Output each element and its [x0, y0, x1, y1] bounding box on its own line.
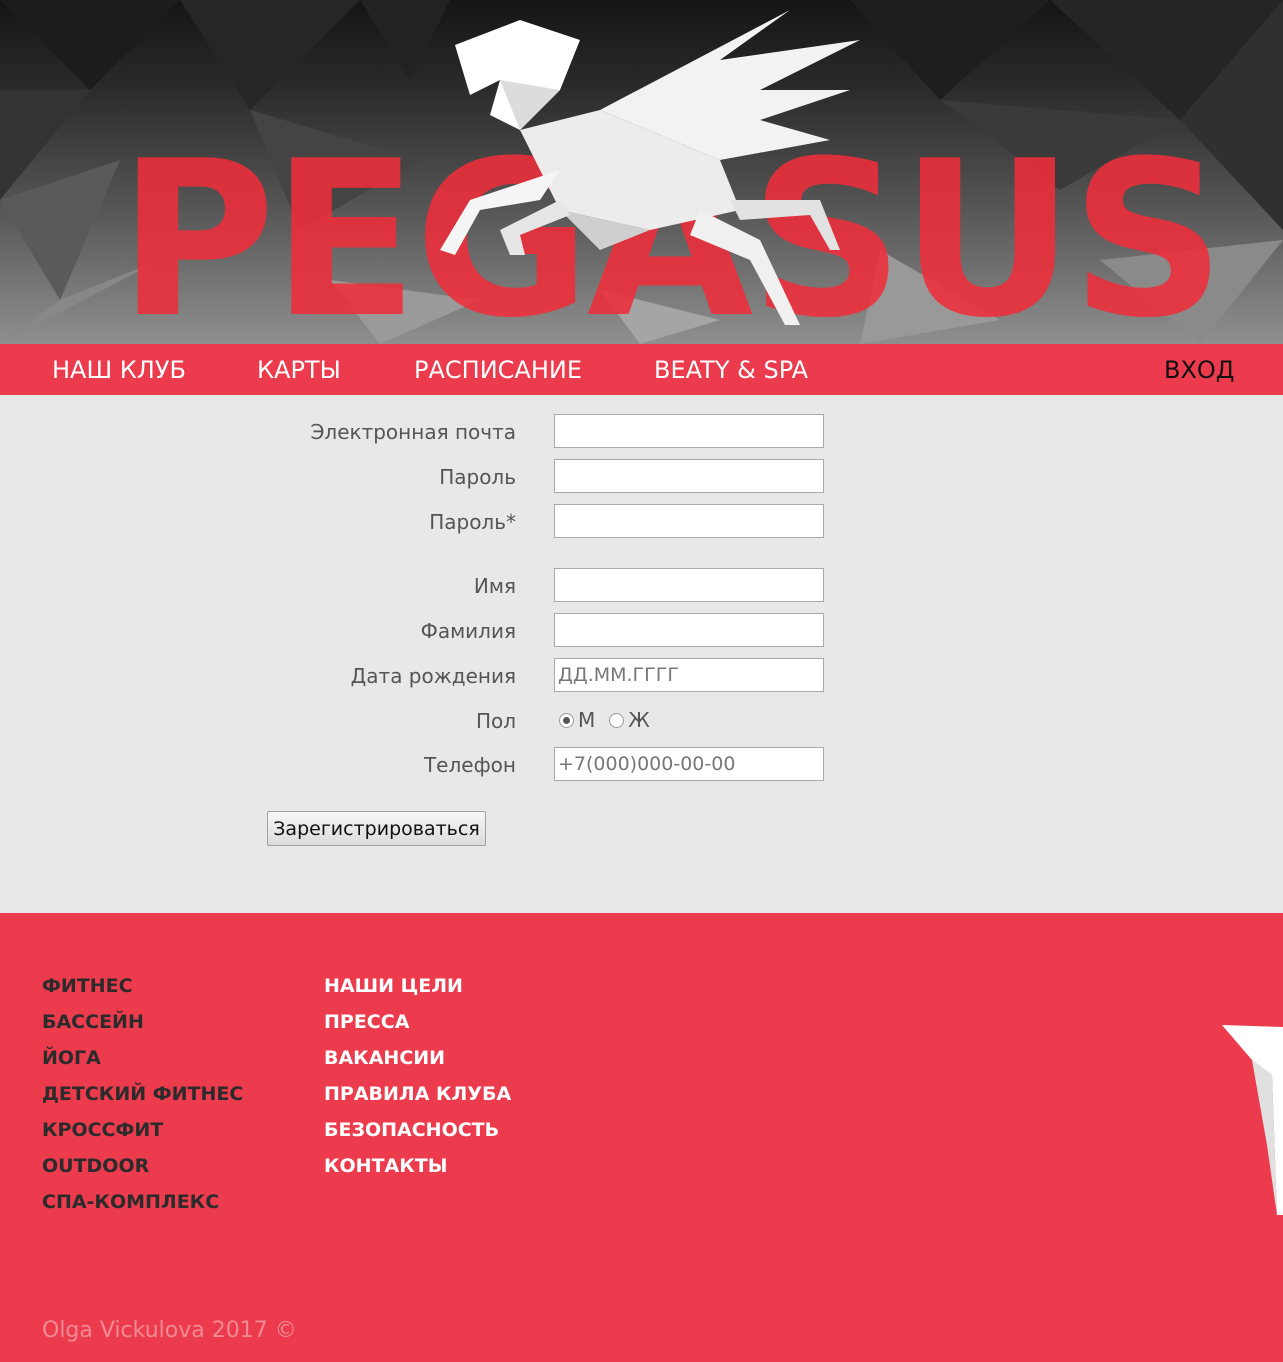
password-confirm-label: Пароль*: [429, 510, 516, 534]
password-label: Пароль: [439, 465, 516, 489]
pegasus-logo-icon: [440, 10, 860, 325]
last-name-field[interactable]: [554, 613, 824, 647]
footer-link-fitness[interactable]: ФИТНЕС: [42, 975, 243, 1011]
first-name-field[interactable]: [554, 568, 824, 602]
password-confirm-row: Пароль*: [0, 504, 1283, 538]
footer-link-pool[interactable]: БАССЕЙН: [42, 1011, 243, 1047]
gender-radio-group: М Ж: [559, 703, 664, 737]
phone-row: Телефон: [0, 747, 1283, 781]
main-nav: НАШ КЛУБ КАРТЫ РАСПИСАНИЕ BEATY & SPA ВХ…: [0, 344, 1283, 395]
footer-link-spa[interactable]: СПА-КОМПЛЕКС: [42, 1191, 243, 1227]
email-field[interactable]: [554, 414, 824, 448]
footer-link-safety[interactable]: БЕЗОПАСНОСТЬ: [324, 1119, 511, 1155]
footer-services-list: ФИТНЕС БАССЕЙН ЙОГА ДЕТСКИЙ ФИТНЕС КРОСС…: [42, 975, 243, 1227]
nav-login-link[interactable]: ВХОД: [1164, 344, 1235, 395]
footer-link-contacts[interactable]: КОНТАКТЫ: [324, 1155, 511, 1191]
footer-link-kids-fitness[interactable]: ДЕТСКИЙ ФИТНЕС: [42, 1083, 243, 1119]
footer: ФИТНЕС БАССЕЙН ЙОГА ДЕТСКИЙ ФИТНЕС КРОСС…: [0, 913, 1283, 1362]
birthdate-label: Дата рождения: [350, 664, 516, 688]
registration-form: Электронная почта Пароль Пароль* Имя Фам…: [0, 395, 1283, 913]
nav-item-schedule[interactable]: РАСПИСАНИЕ: [414, 344, 582, 395]
footer-link-yoga[interactable]: ЙОГА: [42, 1047, 243, 1083]
first-name-row: Имя: [0, 568, 1283, 602]
footer-info-list: НАШИ ЦЕЛИ ПРЕССА ВАКАНСИИ ПРАВИЛА КЛУБА …: [324, 975, 511, 1191]
footer-link-press[interactable]: ПРЕССА: [324, 1011, 511, 1047]
password-confirm-field[interactable]: [554, 504, 824, 538]
password-row: Пароль: [0, 459, 1283, 493]
decorative-wing-icon: [1222, 1025, 1283, 1215]
nav-item-beauty-spa[interactable]: BEATY & SPA: [654, 344, 808, 395]
birthdate-field[interactable]: [554, 658, 824, 692]
birthdate-row: Дата рождения: [0, 658, 1283, 692]
footer-link-outdoor[interactable]: OUTDOOR: [42, 1155, 243, 1191]
phone-label: Телефон: [423, 753, 516, 777]
last-name-row: Фамилия: [0, 613, 1283, 647]
copyright-text: Olga Vickulova 2017 ©: [42, 1318, 297, 1343]
nav-item-our-club[interactable]: НАШ КЛУБ: [52, 344, 186, 395]
footer-link-vacancies[interactable]: ВАКАНСИИ: [324, 1047, 511, 1083]
last-name-label: Фамилия: [420, 619, 516, 643]
password-field[interactable]: [554, 459, 824, 493]
gender-female-radio[interactable]: [609, 712, 625, 728]
email-row: Электронная почта: [0, 414, 1283, 448]
gender-row: Пол М Ж: [0, 703, 1283, 737]
footer-link-rules[interactable]: ПРАВИЛА КЛУБА: [324, 1083, 511, 1119]
gender-label: Пол: [475, 709, 516, 733]
gender-male-radio[interactable]: [559, 712, 574, 728]
footer-link-goals[interactable]: НАШИ ЦЕЛИ: [324, 975, 511, 1011]
gender-female-label: Ж: [628, 708, 650, 732]
phone-field[interactable]: [554, 747, 824, 781]
email-label: Электронная почта: [310, 420, 516, 444]
footer-link-crossfit[interactable]: КРОССФИТ: [42, 1119, 243, 1155]
hero-banner: PEGASUS: [0, 0, 1283, 344]
gender-male-label: М: [578, 708, 596, 732]
register-button[interactable]: Зарегистрироваться: [267, 811, 486, 846]
first-name-label: Имя: [473, 574, 516, 598]
nav-item-cards[interactable]: КАРТЫ: [257, 344, 341, 395]
